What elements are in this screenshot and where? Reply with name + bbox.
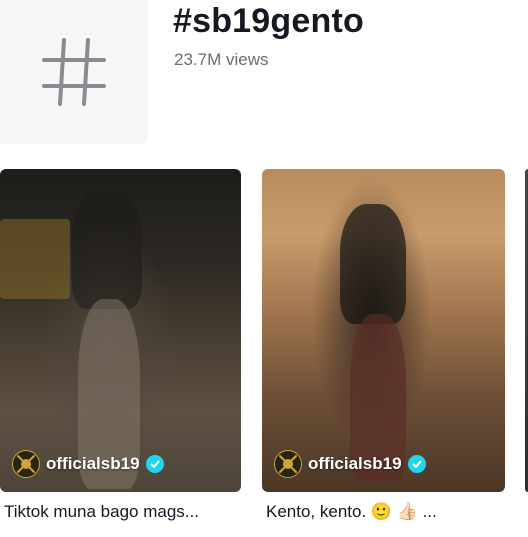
video-author[interactable]: officialsb19	[12, 450, 164, 478]
video-card[interactable]: officialsb19 Kento, kento. 🙂 👍🏻 ...	[262, 169, 505, 522]
verified-icon	[145, 455, 164, 473]
video-thumbnail[interactable]: officialsb19	[0, 169, 241, 492]
verified-icon	[407, 455, 426, 473]
thumbnail-figure	[340, 204, 406, 324]
hashtag-avatar	[0, 0, 148, 144]
hashtag-icon	[42, 38, 106, 106]
hashtag-page: #sb19gento 23.7M views officialsb19 Tikt…	[0, 0, 528, 537]
author-name[interactable]: officialsb19	[308, 454, 402, 474]
sb19-logo-icon	[12, 450, 40, 478]
author-name[interactable]: officialsb19	[46, 454, 140, 474]
video-caption[interactable]: Tiktok muna bago mags...	[0, 502, 241, 522]
video-card[interactable]: officialsb19 Tiktok muna bago mags...	[0, 169, 241, 522]
thumbnail-background	[0, 219, 70, 299]
video-thumbnail[interactable]: officialsb19	[262, 169, 505, 492]
page-title: #sb19gento	[173, 2, 364, 40]
view-count: 23.7M views	[174, 50, 269, 69]
thumbnail-figure	[72, 189, 142, 309]
video-author[interactable]: officialsb19	[274, 450, 426, 478]
video-caption[interactable]: Kento, kento. 🙂 👍🏻 ...	[262, 502, 505, 522]
sb19-logo-icon	[274, 450, 302, 478]
